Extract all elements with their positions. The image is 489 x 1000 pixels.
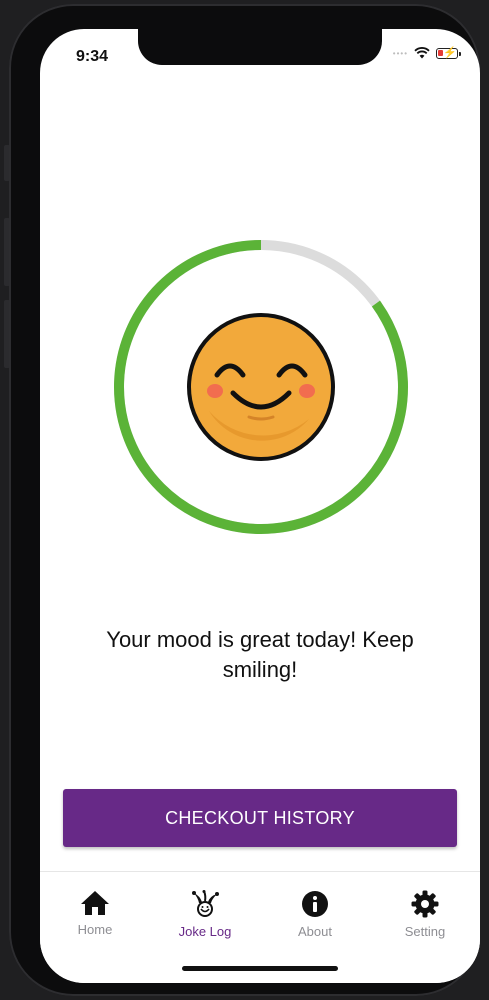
mood-message: Your mood is great today! Keep smiling! — [106, 627, 414, 682]
app-screen: 9:34 •••• ⚡ Your mood is great today! Ke… — [40, 29, 480, 983]
smiley-face-icon — [187, 313, 335, 461]
tab-joke-log[interactable]: Joke Log — [165, 890, 245, 939]
tab-home-label: Home — [77, 922, 113, 937]
tab-about[interactable]: About — [275, 890, 355, 939]
gear-icon — [411, 890, 439, 918]
status-icons: •••• ⚡ — [392, 47, 461, 59]
phone-frame: 9:34 •••• ⚡ Your mood is great today! Ke… — [9, 4, 480, 996]
home-indicator — [182, 966, 338, 971]
tab-home[interactable]: Home — [55, 890, 135, 937]
info-icon — [302, 891, 328, 917]
status-time: 9:34 — [76, 48, 109, 65]
notch — [138, 29, 382, 65]
signal-icon: •••• — [392, 48, 408, 58]
battery-icon: ⚡ — [436, 47, 461, 59]
tab-joke-log-label: Joke Log — [178, 924, 232, 939]
tab-about-label: About — [298, 924, 332, 939]
checkout-history-button[interactable]: CHECKOUT HISTORY — [63, 789, 457, 847]
jester-icon — [192, 890, 219, 917]
tab-setting[interactable]: Setting — [385, 890, 465, 939]
home-icon — [81, 891, 109, 915]
wifi-icon — [414, 47, 430, 59]
mood-progress-ring — [114, 240, 408, 534]
tab-setting-label: Setting — [404, 924, 446, 939]
